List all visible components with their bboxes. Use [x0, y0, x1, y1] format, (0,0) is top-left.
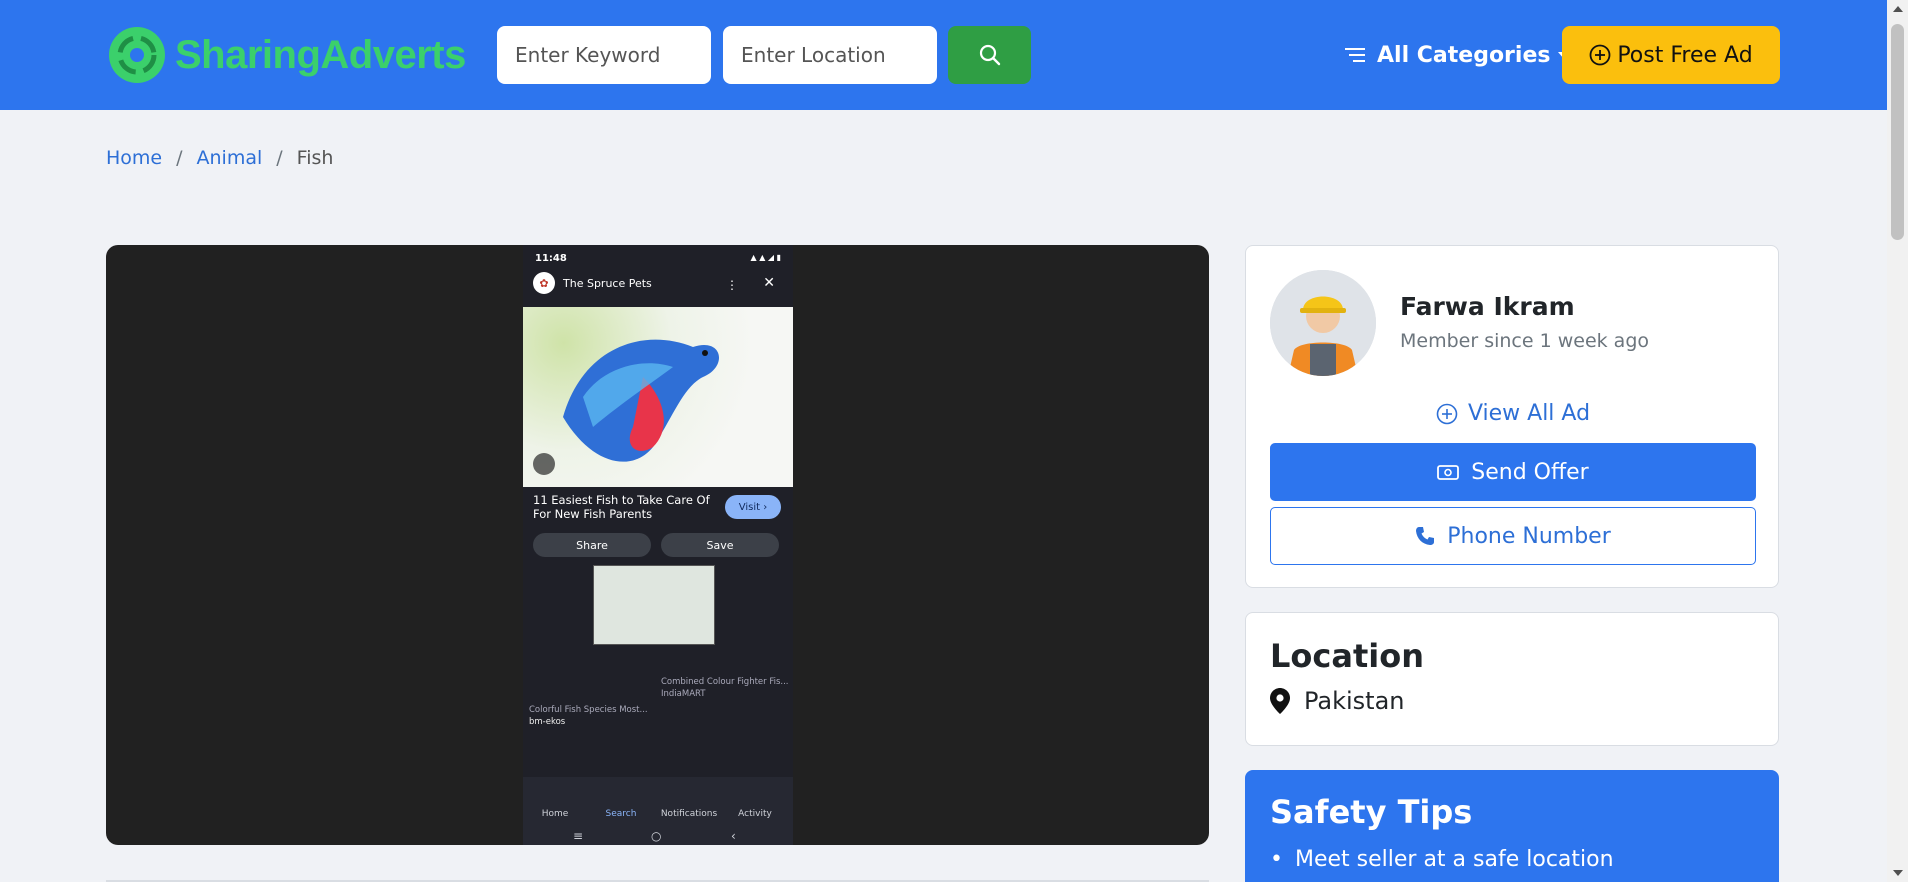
- close-icon: ✕: [763, 275, 775, 291]
- phone-nav-home: Home: [541, 809, 569, 819]
- location-title: Location: [1270, 637, 1424, 675]
- scroll-up-icon[interactable]: [1893, 6, 1903, 12]
- phone-navbar: Home Search Notifications Activity ≡ ○ ‹: [523, 777, 793, 845]
- phone-nav-notifications: Notifications: [660, 809, 718, 819]
- cash-icon: [1437, 465, 1460, 480]
- plus-circle-icon: [1589, 44, 1611, 66]
- menu-lines-icon: [1345, 48, 1365, 62]
- paw-icon: ✿: [533, 272, 555, 294]
- view-all-ads-link[interactable]: View All Ad: [1246, 401, 1780, 426]
- breadcrumb-separator: /: [276, 147, 283, 169]
- ad-photo: 11:48 ▲ ▲ ◢ ▮ ✿ The Spruce Pets ⋮ ✕ 11 E…: [523, 245, 793, 845]
- phone-related-title-2: Combined Colour Fighter Fis...: [661, 677, 789, 687]
- phone-visit-button: Visit ›: [725, 495, 781, 519]
- breadcrumb-animal[interactable]: Animal: [197, 147, 263, 169]
- home-circle-icon: ○: [651, 829, 662, 843]
- phone-number-button[interactable]: Phone Number: [1270, 507, 1756, 565]
- phone-related-source-1: bm-ekos: [529, 717, 566, 727]
- avatar: [1270, 270, 1376, 376]
- plus-circle-icon: [1436, 403, 1458, 424]
- send-offer-button[interactable]: Send Offer: [1270, 443, 1756, 501]
- brand-part-adverts: Adverts: [320, 32, 466, 77]
- phone-status-icons: ▲ ▲ ◢ ▮: [750, 253, 782, 262]
- location-value: Pakistan: [1304, 687, 1405, 715]
- seller-name: Farwa Ikram: [1400, 292, 1575, 321]
- view-all-ads-label: View All Ad: [1467, 401, 1591, 426]
- phone-source-row: ✿ The Spruce Pets: [533, 272, 652, 294]
- all-categories-dropdown[interactable]: All Categories: [1345, 26, 1571, 84]
- recents-icon: ≡: [573, 829, 584, 843]
- phone-share-button: Share: [533, 533, 651, 557]
- breadcrumb-separator: /: [176, 147, 183, 169]
- seller-card: Farwa Ikram Member since 1 week ago View…: [1245, 245, 1779, 588]
- more-vert-icon: ⋮: [726, 278, 738, 292]
- location-card: Location Pakistan: [1245, 612, 1779, 746]
- logo-icon: [109, 27, 165, 83]
- worker-avatar-icon: [1270, 270, 1376, 376]
- breadcrumb-home[interactable]: Home: [106, 147, 162, 169]
- map-pin-icon: [1270, 688, 1290, 714]
- safety-tips-card: Safety Tips Meet seller at a safe locati…: [1245, 770, 1779, 882]
- back-icon: ‹: [731, 829, 736, 843]
- phone-nav-search: Search: [605, 809, 637, 819]
- safety-tips-title: Safety Tips: [1270, 793, 1473, 831]
- phone-nav-activity: Activity: [738, 809, 772, 819]
- member-since: Member since 1 week ago: [1400, 330, 1650, 352]
- phone-time: 11:48: [535, 253, 567, 264]
- breadcrumb: Home / Animal / Fish: [106, 147, 333, 169]
- phone-related-title-1: Colorful Fish Species Most...: [529, 705, 648, 715]
- brand-part-sharing: Sharing: [175, 32, 321, 77]
- page-scrollbar[interactable]: [1887, 0, 1908, 882]
- phone-related-source-2: IndiaMART: [661, 689, 706, 699]
- location-value-row: Pakistan: [1270, 687, 1405, 715]
- site-logo[interactable]: SharingAdverts: [107, 24, 466, 86]
- lens-icon: [533, 453, 555, 475]
- betta-fish-icon: [563, 339, 720, 462]
- categories-label: All Categories: [1377, 42, 1551, 68]
- post-free-ad-label: Post Free Ad: [1617, 42, 1753, 68]
- breadcrumb-current: Fish: [296, 147, 334, 169]
- search-button[interactable]: [948, 26, 1031, 84]
- top-header: SharingAdverts All Categories Post Free …: [0, 0, 1887, 110]
- scroll-down-icon[interactable]: [1893, 870, 1903, 876]
- keyword-input[interactable]: [497, 26, 711, 84]
- search-icon: [979, 44, 1000, 66]
- phone-number-label: Phone Number: [1447, 523, 1611, 549]
- post-free-ad-button[interactable]: Post Free Ad: [1562, 26, 1780, 84]
- phone-result-title: 11 Easiest Fish to Take Care Of For New …: [533, 493, 710, 521]
- send-offer-label: Send Offer: [1471, 459, 1589, 485]
- safety-tip-item: Meet seller at a safe location: [1270, 847, 1614, 872]
- brand-name: SharingAdverts: [175, 33, 466, 78]
- safety-tips-list: Meet seller at a safe location: [1270, 847, 1614, 872]
- ad-image-gallery[interactable]: 11:48 ▲ ▲ ◢ ▮ ✿ The Spruce Pets ⋮ ✕ 11 E…: [106, 245, 1209, 845]
- phone-nested-thumbnail: [593, 565, 715, 645]
- phone-save-button: Save: [661, 533, 779, 557]
- phone-icon: [1416, 527, 1435, 545]
- location-input[interactable]: [723, 26, 937, 84]
- fish-picture: [523, 307, 793, 487]
- scrollbar-thumb[interactable]: [1891, 24, 1904, 240]
- phone-source-name: The Spruce Pets: [563, 276, 652, 290]
